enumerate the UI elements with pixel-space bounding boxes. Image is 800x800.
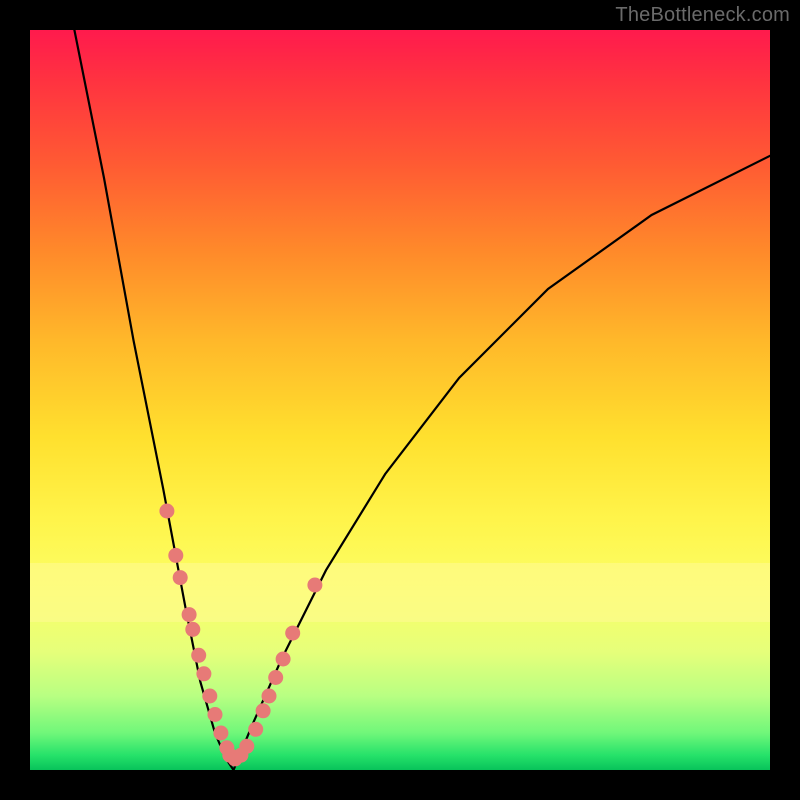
curve-left-path — [74, 30, 233, 770]
data-dot — [202, 689, 217, 704]
data-dot — [168, 548, 183, 563]
data-dot — [285, 626, 300, 641]
data-dot — [262, 689, 277, 704]
data-dot — [159, 504, 174, 519]
watermark-text: TheBottleneck.com — [615, 4, 790, 27]
data-dot — [239, 739, 254, 754]
outer-frame: TheBottleneck.com — [0, 0, 800, 800]
data-dot — [276, 652, 291, 667]
data-dot — [248, 722, 263, 737]
data-dot — [208, 707, 223, 722]
data-dot — [307, 578, 322, 593]
plot-area — [30, 30, 770, 770]
data-dot — [185, 622, 200, 637]
data-dot — [268, 670, 283, 685]
data-dot — [213, 726, 228, 741]
data-dot — [191, 648, 206, 663]
chart-svg — [30, 30, 770, 770]
data-dot — [173, 570, 188, 585]
data-dot — [182, 607, 197, 622]
data-dot — [256, 703, 271, 718]
data-dots — [159, 504, 322, 767]
curve-right-path — [234, 156, 771, 770]
data-dot — [196, 666, 211, 681]
